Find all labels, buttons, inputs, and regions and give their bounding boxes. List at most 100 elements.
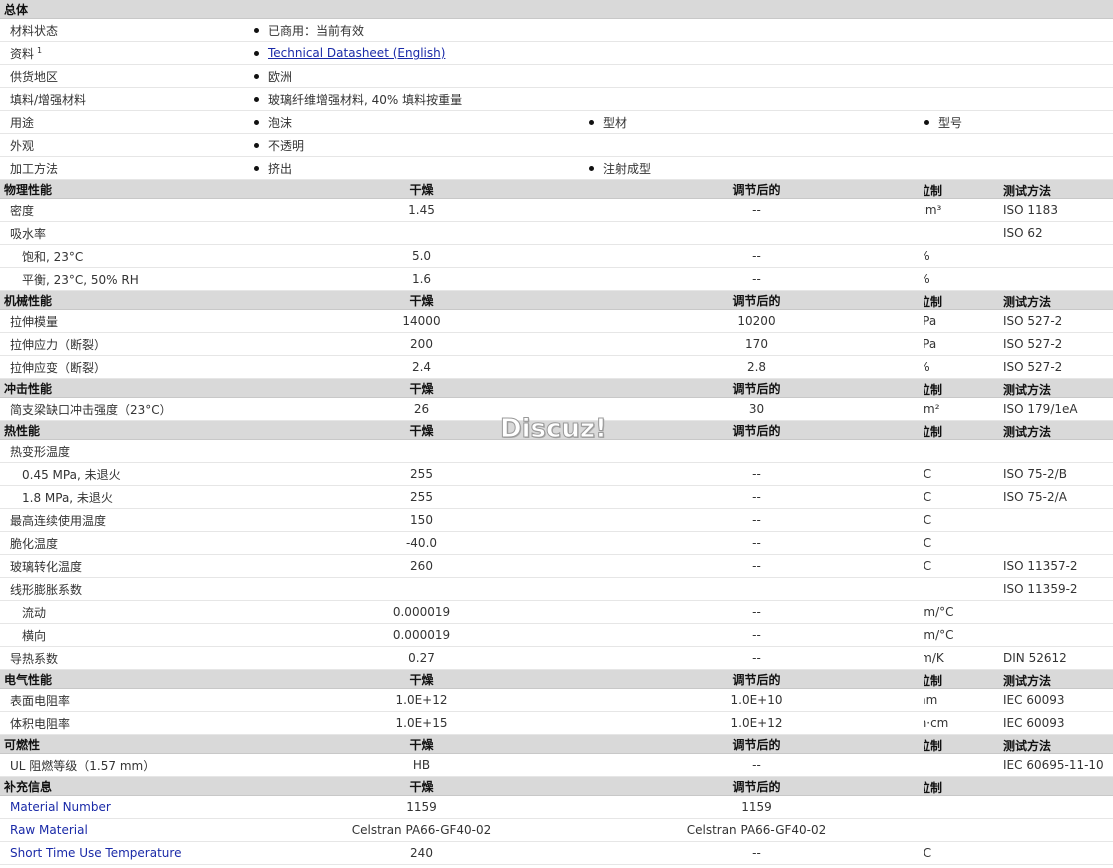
value-unit: °C: [924, 846, 979, 860]
col-header-method: 测试方法: [1003, 674, 1052, 688]
value-dry: [254, 439, 589, 463]
row-label: 用途: [0, 110, 254, 134]
row-label: 资料 1: [0, 41, 254, 65]
value-unit: MPa: [924, 337, 937, 351]
value-dry: 1.45: [254, 198, 589, 222]
property-row: 0.45 MPa, 未退火255--°C ISO 75-2/B: [0, 462, 1113, 486]
col-header-unit-method: 单位制 测试方法: [924, 378, 1113, 398]
section-title: 电气性能: [0, 669, 254, 689]
row-label-text: 外观: [10, 138, 35, 153]
unit-method-cell: ISO 11359-2: [924, 577, 1113, 601]
value-unit: ohm·cm: [924, 716, 949, 730]
col-header-unit-method: 单位制 测试方法: [924, 669, 1113, 689]
col-header-unit: 单位制: [924, 781, 942, 795]
value-unit: W/m/K: [924, 651, 944, 665]
value-unit: MPa: [924, 314, 937, 328]
property-row: 简支梁缺口冲击强度（23°C）2630kJ/m² ISO 179/1eA: [0, 397, 1113, 421]
value-conditioned: [589, 221, 924, 245]
col-header-conditioned: 调节后的: [589, 290, 924, 310]
bullet-icon: [254, 28, 259, 33]
value-unit: °C: [924, 513, 979, 527]
property-label: 脆化温度: [0, 531, 254, 555]
col-header-conditioned: 调节后的: [589, 378, 924, 398]
value-unit: %: [924, 272, 979, 286]
value-dry: 255: [254, 485, 589, 509]
value-conditioned: --: [589, 600, 924, 624]
value-test-method: ISO 179/1eA: [1003, 402, 1078, 416]
value-text: 泡沫: [268, 115, 293, 130]
section-title: 冲击性能: [0, 378, 254, 398]
col-header-conditioned: 调节后的: [589, 179, 924, 199]
value-conditioned: --: [589, 646, 924, 670]
value-dry: 1.6: [254, 267, 589, 291]
value-text: 注射成型: [603, 161, 652, 176]
bullet-icon: [254, 50, 259, 56]
property-row: 线形膨胀系数 ISO 11359-2: [0, 577, 1113, 601]
bullet-icon: [254, 143, 259, 148]
value-unit: %: [924, 249, 979, 263]
datasheet-table: 总体材料状态 已商用：当前有效 资料 1 Technical Datasheet (En…: [0, 0, 1113, 865]
property-label: Raw Material: [0, 818, 254, 842]
value-conditioned: --: [589, 508, 924, 532]
value-text: 玻璃纤维增强材料, 40% 填料按重量: [268, 92, 463, 107]
property-row: UL 阻燃等级（1.57 mm） HB -- IEC 60695-11-10: [0, 753, 1113, 777]
col-header-dry: 干燥: [254, 378, 589, 398]
section-header: 电气性能干燥调节后的单位制 测试方法: [0, 669, 1113, 689]
unit-method-cell: cm/cm/°C: [924, 623, 1113, 647]
row-value: 玻璃纤维增强材料, 40% 填料按重量: [254, 87, 1113, 111]
value-conditioned: --: [589, 244, 924, 268]
property-row: 拉伸应变（断裂）2.42.8% ISO 527-2: [0, 355, 1113, 379]
unit-method-cell: [924, 795, 1113, 819]
property-label: 简支梁缺口冲击强度（23°C）: [0, 397, 254, 421]
unit-method-cell: IEC 60695-11-10: [924, 753, 1113, 777]
property-label: 流动: [0, 600, 254, 624]
unit-method-cell: °C: [924, 841, 1113, 865]
unit-method-cell: %: [924, 267, 1113, 291]
value-conditioned: --: [589, 198, 924, 222]
col-header-unit-method: 单位制 测试方法: [924, 179, 1113, 199]
row-label: 材料状态: [0, 18, 254, 42]
unit-method-cell: °C ISO 75-2/B: [924, 462, 1113, 486]
section-title: 总体: [0, 0, 1113, 19]
value-test-method: ISO 1183: [1003, 203, 1058, 217]
value-dry: 1.0E+12: [254, 688, 589, 712]
col-header-unit: 单位制: [924, 674, 942, 688]
value-test-method: ISO 62: [1003, 226, 1043, 240]
row-value: 已商用：当前有效: [254, 18, 1113, 42]
value-text: 挤出: [268, 161, 293, 176]
value-dry: 0.000019: [254, 623, 589, 647]
property-row: 体积电阻率1.0E+151.0E+12ohm·cm IEC 60093: [0, 711, 1113, 735]
row-value: 型材: [589, 110, 924, 134]
col-header-dry: 干燥: [254, 669, 589, 689]
value-text: 欧洲: [268, 69, 293, 84]
value-unit: °C: [924, 467, 979, 481]
section-title: 可燃性: [0, 734, 254, 754]
col-header-method: 测试方法: [1003, 383, 1052, 397]
property-label: 拉伸应力（断裂）: [0, 332, 254, 356]
section-title: 机械性能: [0, 290, 254, 310]
property-label: 玻璃转化温度: [0, 554, 254, 578]
col-header-unit-method: 单位制 测试方法: [924, 420, 1113, 440]
value-dry: 240: [254, 841, 589, 865]
property-row: 脆化温度-40.0--°C: [0, 531, 1113, 555]
row-label-text: 材料状态: [10, 23, 59, 38]
section-header: 冲击性能干燥调节后的单位制 测试方法: [0, 378, 1113, 398]
value-unit: cm/cm/°C: [924, 605, 954, 619]
row-label-text: 供货地区: [10, 69, 59, 84]
bullet-icon: [589, 166, 594, 171]
value-dry: 2.4: [254, 355, 589, 379]
property-row: 玻璃转化温度260--°C ISO 11357-2: [0, 554, 1113, 578]
col-header-method: 测试方法: [1003, 425, 1052, 439]
value-conditioned: 1.0E+12: [589, 711, 924, 735]
section-header: 物理性能干燥调节后的单位制 测试方法: [0, 179, 1113, 199]
unit-method-cell: [924, 818, 1113, 842]
value-conditioned: [589, 577, 924, 601]
property-label: 导热系数: [0, 646, 254, 670]
value-test-method: ISO 527-2: [1003, 314, 1063, 328]
unit-method-cell: % ISO 527-2: [924, 355, 1113, 379]
section-header: 机械性能干燥调节后的单位制 测试方法: [0, 290, 1113, 310]
property-row: Short Time Use Temperature240--°C: [0, 841, 1113, 865]
datasheet-link[interactable]: Technical Datasheet (English): [268, 46, 445, 60]
row-label: 供货地区: [0, 64, 254, 88]
value-unit: cm/cm/°C: [924, 628, 954, 642]
